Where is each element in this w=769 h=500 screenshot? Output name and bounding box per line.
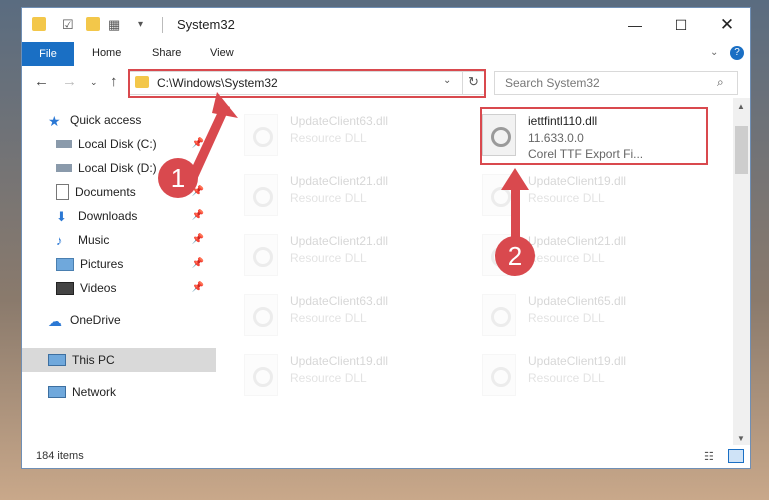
- arrow-2-head: [501, 168, 529, 190]
- arrow-1-head: [212, 92, 238, 118]
- annotation-arrows: [187, 92, 529, 244]
- callout-1: 1: [158, 158, 198, 198]
- callout-2: 2: [495, 236, 535, 276]
- arrow-2-shaft: [511, 184, 520, 244]
